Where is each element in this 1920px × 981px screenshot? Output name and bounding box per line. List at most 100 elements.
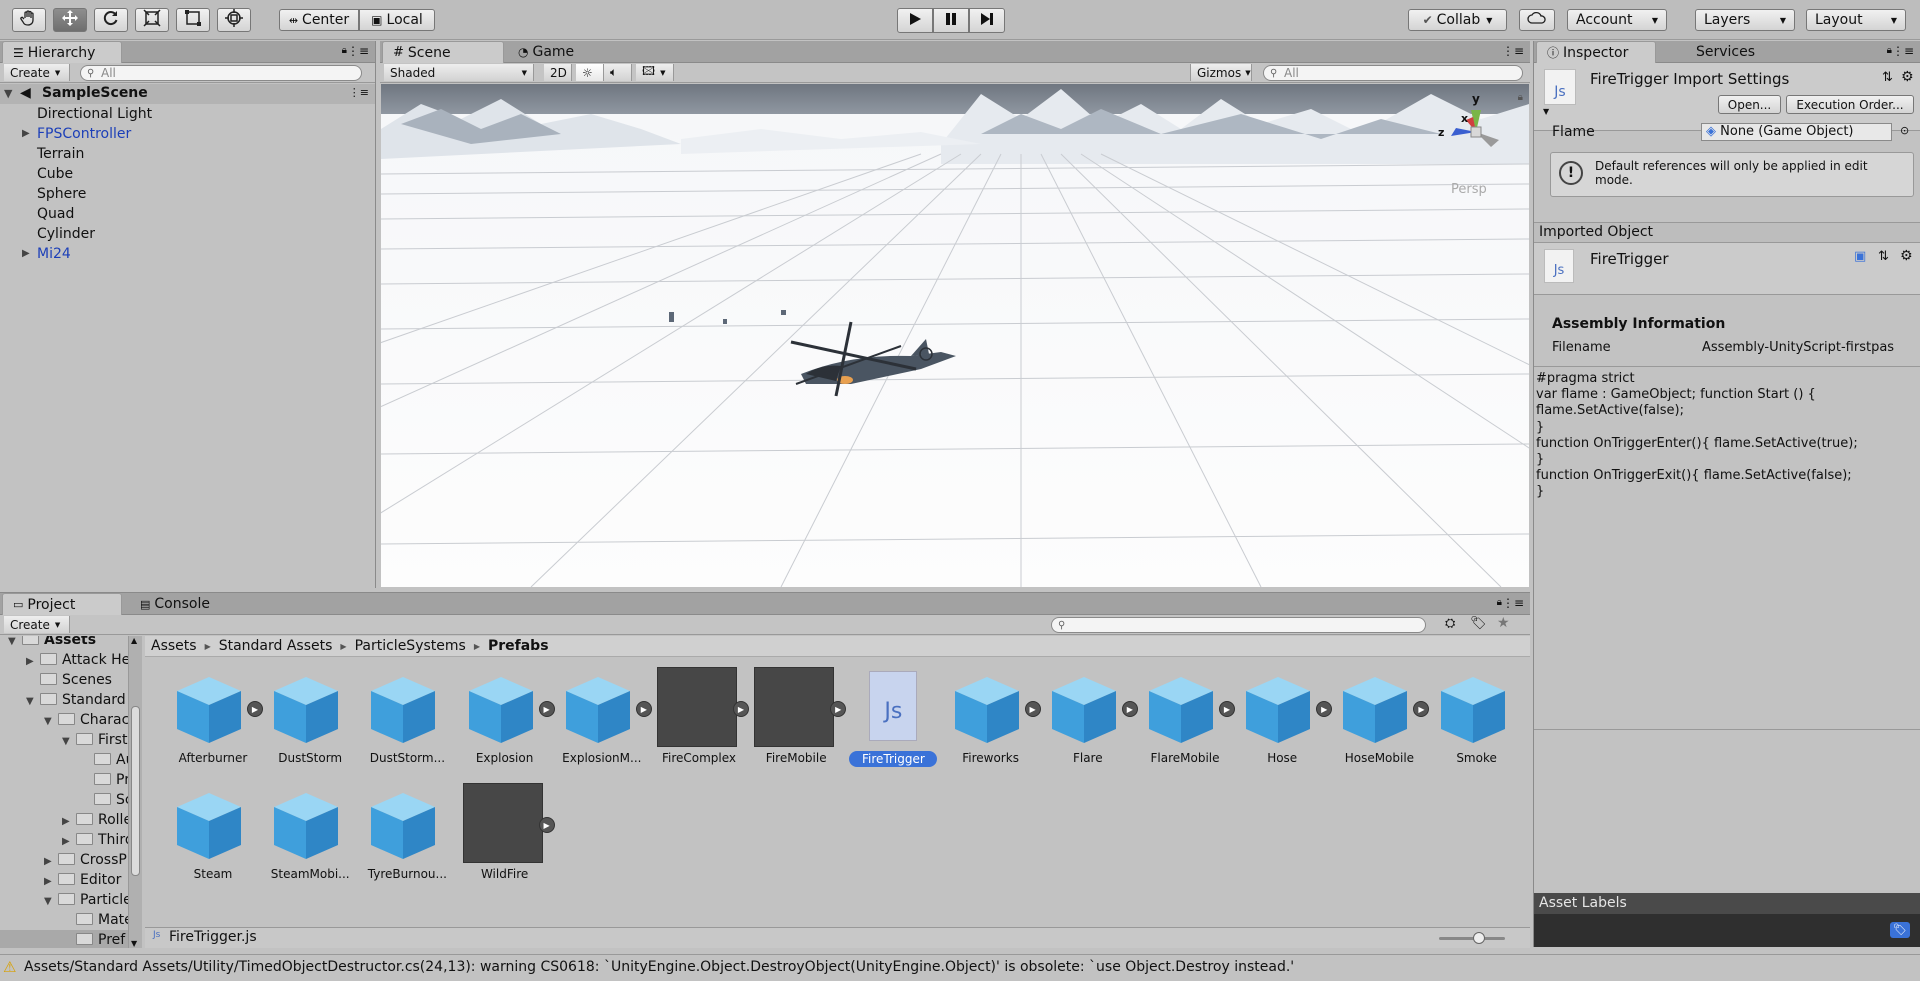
effects-dropdown[interactable]: 🖾︎ ▼ [636, 64, 674, 81]
tree-scrollbar[interactable]: ▲ ▼ [128, 636, 142, 948]
asset-item[interactable]: ▶ FlareMobile [1139, 667, 1235, 771]
hierarchy-search-input[interactable]: ⚲ All [80, 65, 362, 81]
expand-right-icon[interactable]: ▶ [22, 128, 30, 139]
rect-tool-button[interactable] [176, 8, 210, 32]
hierarchy-item[interactable]: ▶ FPSController [0, 124, 375, 144]
folder-tree-item[interactable]: ▼ Assets [0, 636, 128, 650]
asset-labels-area[interactable]: 🏷︎ [1534, 914, 1920, 947]
folder-tree-item[interactable]: Sc [0, 790, 128, 810]
expand-down-icon[interactable]: ▼ [1543, 107, 1549, 116]
expand-prefab-icon[interactable]: ▶ [830, 701, 847, 717]
pivot-local-button[interactable]: ▣ Local [359, 9, 435, 31]
hierarchy-item[interactable]: Quad [0, 204, 375, 224]
hierarchy-item[interactable]: Cylinder [0, 224, 375, 244]
folder-tree-item[interactable]: Mate [0, 910, 128, 930]
expand-down-icon[interactable]: ▼ [44, 712, 58, 732]
hierarchy-item[interactable]: Cube [0, 164, 375, 184]
folder-tree-item[interactable]: ▼ Charac [0, 710, 128, 730]
expand-down-icon[interactable]: ▼ [4, 87, 12, 100]
breadcrumb-item[interactable]: Standard Assets [219, 638, 333, 654]
folder-tree-item[interactable]: Pr [0, 770, 128, 790]
scrollbar-thumb[interactable] [131, 706, 140, 876]
folder-tree-item[interactable]: ▶ Attack He [0, 650, 128, 670]
scale-tool-button[interactable] [135, 8, 169, 32]
expand-prefab-icon[interactable]: ▶ [733, 701, 749, 717]
asset-item[interactable]: ▶ ExplosionM... [556, 667, 652, 771]
gizmos-dropdown[interactable]: Gizmos ▼ [1190, 64, 1252, 81]
expand-right-icon[interactable]: ▶ [26, 652, 40, 672]
asset-item[interactable]: ▶ Afterburner [167, 667, 263, 771]
breadcrumb-item[interactable]: ParticleSystems [355, 638, 466, 654]
expand-right-icon[interactable]: ▶ [22, 248, 30, 259]
asset-item[interactable]: DustStorm [264, 667, 356, 771]
execution-order-button[interactable]: Execution Order... [1786, 95, 1914, 114]
expand-down-icon[interactable]: ▼ [62, 732, 76, 752]
collab-button[interactable]: ✔ Collab ▼ [1408, 9, 1507, 31]
status-bar[interactable]: ⚠ Assets/Standard Assets/Utility/TimedOb… [0, 954, 1920, 981]
rotate-tool-button[interactable] [94, 8, 128, 32]
tab-project[interactable]: ▭ Project [2, 593, 122, 615]
scene-orientation-gizmo[interactable]: y x z [1431, 92, 1521, 182]
folder-tree-item[interactable]: Au [0, 750, 128, 770]
hierarchy-item[interactable]: Directional Light [0, 104, 375, 124]
project-create-dropdown[interactable]: Create ▼ [4, 616, 70, 633]
shading-mode-dropdown[interactable]: Shaded ▼ [384, 64, 534, 81]
step-button[interactable] [969, 8, 1005, 33]
scene-root-row[interactable]: ▼ ◀ SampleScene ⋮≡ [0, 84, 375, 104]
scroll-down-icon[interactable]: ▼ [131, 939, 137, 948]
asset-item[interactable]: DustStorm... [361, 667, 453, 771]
expand-prefab-icon[interactable]: ▶ [1121, 701, 1138, 717]
expand-prefab-icon[interactable]: ▶ [538, 817, 555, 833]
flame-object-field[interactable]: ◈ None (Game Object) [1701, 123, 1892, 141]
preset-icon[interactable]: ⇅ [1882, 70, 1893, 85]
panel-menu-icon[interactable]: ⋮≡ [1502, 44, 1524, 58]
expand-down-icon[interactable]: ▼ [44, 892, 58, 912]
expand-prefab-icon[interactable]: ▶ [635, 701, 652, 717]
asset-item[interactable]: SteamMobi... [264, 783, 356, 887]
tab-scene[interactable]: # Scene [382, 41, 504, 63]
tab-game[interactable]: ◔ Game [508, 41, 608, 63]
scene-viewport[interactable]: y x z Persp 🔒︎ [381, 84, 1529, 587]
play-button[interactable] [897, 8, 933, 33]
asset-item[interactable]: Smoke [1431, 667, 1523, 771]
asset-item[interactable]: ▶ Hose [1236, 667, 1333, 771]
persp-label[interactable]: Persp [1451, 182, 1487, 197]
cloud-button[interactable] [1519, 9, 1555, 31]
expand-right-icon[interactable]: ▶ [44, 872, 58, 892]
scene-menu-icon[interactable]: ⋮≡ [349, 86, 369, 99]
folder-tree-item[interactable]: ▶ CrossP [0, 850, 128, 870]
transform-tool-button[interactable] [217, 8, 251, 32]
expand-prefab-icon[interactable]: ▶ [1413, 701, 1430, 717]
book-icon[interactable]: ▣ [1854, 249, 1866, 264]
folder-tree-item[interactable]: ▼ Standard [0, 690, 128, 710]
move-tool-button[interactable] [53, 8, 87, 32]
open-button[interactable]: Open... [1718, 95, 1781, 114]
icon-size-slider[interactable] [1439, 932, 1505, 944]
asset-item[interactable]: ▶ Fireworks [945, 667, 1041, 771]
hierarchy-item[interactable]: Sphere [0, 184, 375, 204]
hierarchy-create-dropdown[interactable]: Create ▼ [4, 64, 70, 81]
expand-prefab-icon[interactable]: ▶ [247, 701, 263, 717]
layout-dropdown[interactable]: Layout ▼ [1806, 9, 1906, 31]
scene-search-input[interactable]: ⚲ All [1263, 65, 1523, 81]
expand-prefab-icon[interactable]: ▶ [538, 701, 555, 717]
panel-menu-icon[interactable]: ⋮≡ [1502, 596, 1524, 610]
asset-item[interactable]: ▶ FireMobile [750, 667, 847, 771]
hand-tool-button[interactable] [12, 8, 46, 32]
gear-icon[interactable]: ⚙ [1901, 69, 1914, 85]
scroll-up-icon[interactable]: ▲ [131, 636, 137, 645]
expand-prefab-icon[interactable]: ▶ [1219, 701, 1235, 717]
panel-menu-icon[interactable]: ⋮≡ [1892, 44, 1914, 58]
tab-inspector[interactable]: ⓘ Inspector [1536, 41, 1656, 63]
layers-dropdown[interactable]: Layers ▼ [1695, 9, 1795, 31]
expand-prefab-icon[interactable]: ▶ [1316, 701, 1333, 717]
folder-tree-item[interactable]: Pref [0, 930, 128, 948]
expand-down-icon[interactable]: ▼ [26, 692, 40, 712]
folder-tree-item[interactable]: ▼ First [0, 730, 128, 750]
object-picker-icon[interactable]: ⊙ [1900, 124, 1909, 137]
slider-thumb[interactable] [1473, 932, 1485, 944]
folder-tree-item[interactable]: ▶ Third [0, 830, 128, 850]
favorite-star-icon[interactable]: ★ [1497, 615, 1510, 631]
expand-right-icon[interactable]: ▶ [62, 812, 76, 832]
expand-right-icon[interactable]: ▶ [44, 852, 58, 872]
